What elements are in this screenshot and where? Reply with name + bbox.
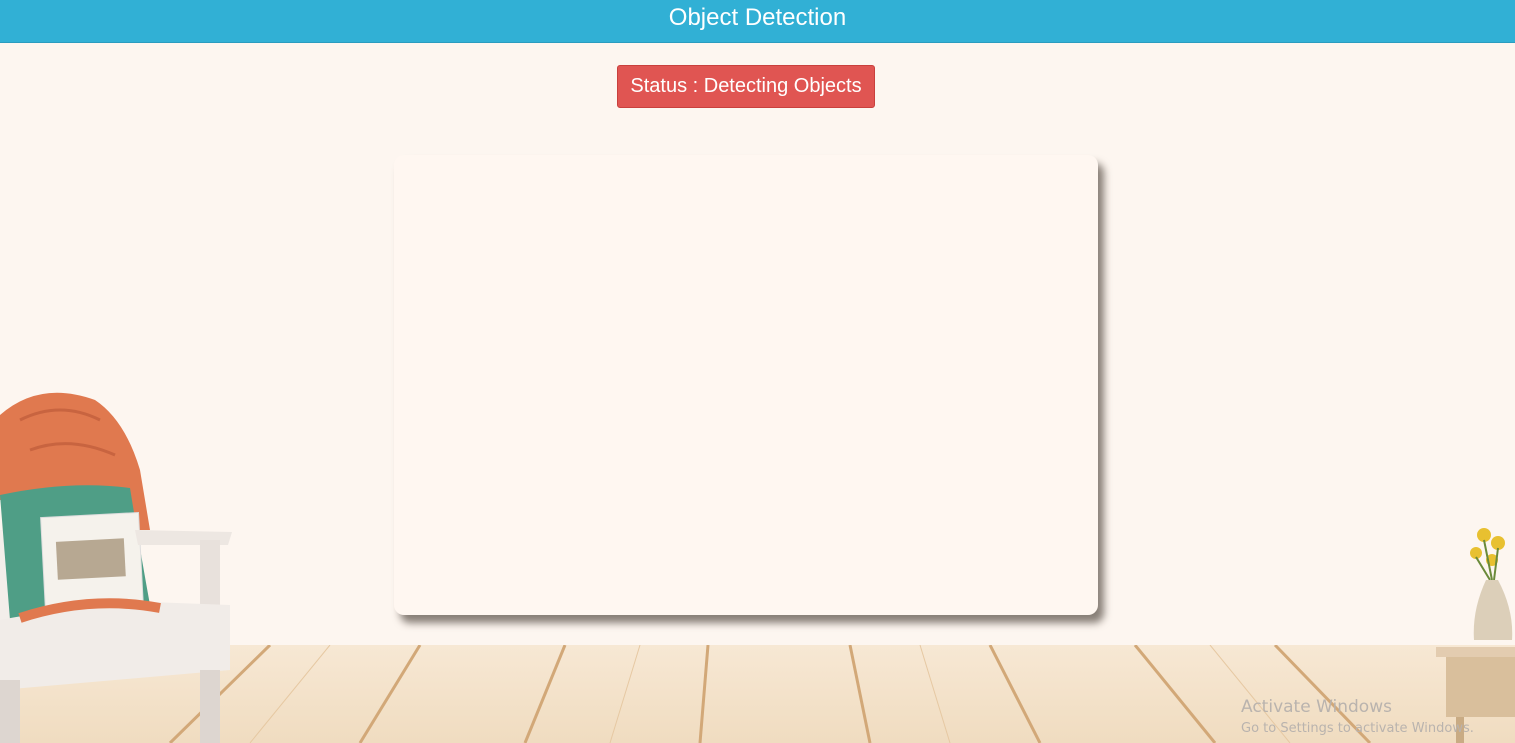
watermark-subtitle: Go to Settings to activate Windows. <box>1241 721 1474 736</box>
watermark-title: Activate Windows <box>1241 697 1392 717</box>
status-label: Status : Detecting Objects <box>630 75 862 97</box>
page-title: Object Detection <box>668 4 847 31</box>
app-header: Object Detection <box>0 0 1515 43</box>
armchair-icon <box>0 392 232 743</box>
detection-video-panel <box>394 155 1098 615</box>
status-button[interactable]: Status : Detecting Objects <box>617 65 875 108</box>
activate-windows-watermark: Activate Windows Go to Settings to activ… <box>1241 697 1474 741</box>
